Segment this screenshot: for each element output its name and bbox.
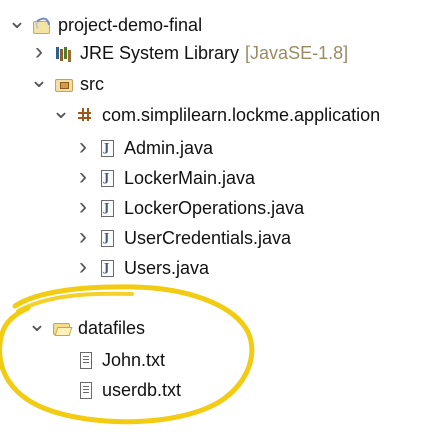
tree-item-label: com.simplilearn.lockme.application	[102, 105, 381, 125]
tree-item-package[interactable]: com.simplilearn.lockme.application	[52, 101, 380, 129]
tree-item-usercredentials-java[interactable]: UserCredentials.java	[74, 224, 291, 252]
chevron-right-icon[interactable]	[74, 194, 92, 222]
library-icon	[54, 44, 72, 62]
java-file-icon	[98, 259, 116, 277]
open-folder-icon	[52, 319, 70, 337]
tree-item-admin-java[interactable]: Admin.java	[74, 134, 213, 162]
project-folder-icon	[32, 16, 50, 34]
tree-item-users-java[interactable]: Users.java	[74, 254, 209, 282]
chevron-right-icon[interactable]	[30, 39, 48, 67]
library-version-decoration: [JavaSE-1.8]	[245, 43, 349, 63]
java-file-icon	[98, 229, 116, 247]
tree-item-datafiles[interactable]: datafiles	[28, 314, 145, 342]
tree-item-lockeroperations-java[interactable]: LockerOperations.java	[74, 194, 304, 222]
tree-item-label: project-demo-final	[58, 15, 203, 35]
chevron-right-icon[interactable]	[74, 134, 92, 162]
chevron-right-icon[interactable]	[74, 164, 92, 192]
java-file-icon	[98, 199, 116, 217]
tree-item-john-txt[interactable]: John.txt	[52, 346, 165, 374]
project-explorer-tree: project-demo-final JRE System Library [J…	[0, 0, 432, 437]
tree-item-userdb-txt[interactable]: userdb.txt	[52, 376, 181, 404]
tree-item-label: LockerMain.java	[124, 168, 256, 188]
java-file-icon	[98, 139, 116, 157]
tree-item-project[interactable]: project-demo-final	[8, 11, 202, 39]
tree-item-src[interactable]: src	[30, 70, 104, 98]
chevron-down-icon[interactable]	[52, 101, 70, 129]
tree-item-label: datafiles	[78, 318, 146, 338]
tree-item-label: userdb.txt	[102, 380, 182, 400]
chevron-down-icon[interactable]	[8, 11, 26, 39]
tree-item-lockermain-java[interactable]: LockerMain.java	[74, 164, 255, 192]
chevron-down-icon[interactable]	[30, 70, 48, 98]
tree-item-label: src	[80, 74, 104, 94]
package-icon	[76, 106, 94, 124]
tree-item-jre-system-library[interactable]: JRE System Library [JavaSE-1.8]	[30, 39, 348, 67]
tree-item-label: Users.java	[124, 258, 210, 278]
text-file-icon	[76, 381, 94, 399]
tree-item-label: John.txt	[102, 350, 166, 370]
chevron-right-icon[interactable]	[74, 224, 92, 252]
source-folder-icon	[54, 75, 73, 93]
tree-item-label: Admin.java	[124, 138, 214, 158]
java-file-icon	[98, 169, 116, 187]
text-file-icon	[76, 351, 94, 369]
chevron-down-icon[interactable]	[28, 314, 46, 342]
tree-item-label: JRE System Library	[80, 43, 240, 63]
chevron-right-icon[interactable]	[74, 254, 92, 282]
tree-item-label: UserCredentials.java	[124, 228, 292, 248]
tree-item-label: LockerOperations.java	[124, 198, 305, 218]
